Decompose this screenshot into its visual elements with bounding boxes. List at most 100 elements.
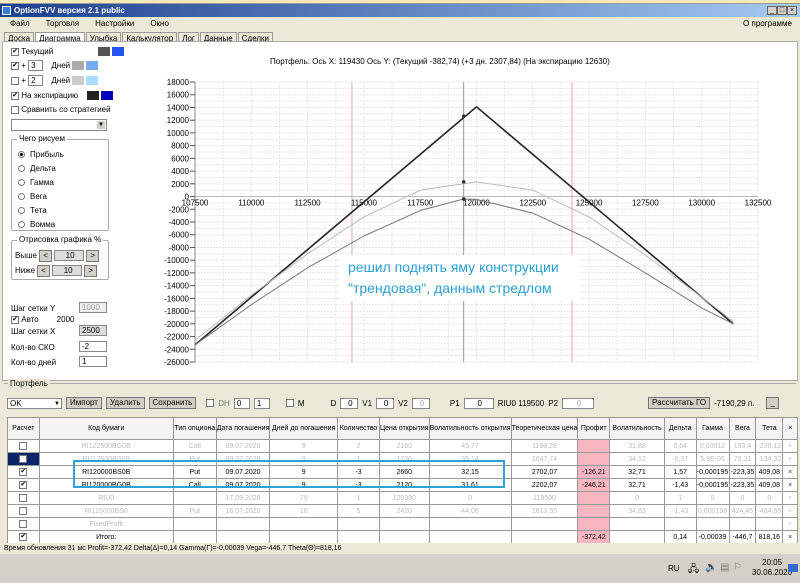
- draw-option-radio[interactable]: Тета: [18, 204, 64, 218]
- column-header[interactable]: Код бумаги: [38, 417, 174, 440]
- flag-icon[interactable]: ⚐: [733, 562, 742, 573]
- calc-checkbox[interactable]: ✔: [19, 468, 28, 476]
- remove-row-button[interactable]: ×: [782, 439, 798, 453]
- delete-button[interactable]: Удалить: [105, 397, 145, 409]
- calc-cell[interactable]: [7, 452, 40, 466]
- remove-row-button[interactable]: ×: [782, 517, 798, 531]
- network-icon[interactable]: 🖧: [688, 562, 699, 579]
- table-row[interactable]: ✔ Итого: -372,42 0,14 -0,00039 -446,7 818,16 ×: [7, 530, 798, 544]
- remove-row-button[interactable]: ×: [782, 478, 798, 492]
- save-button[interactable]: Сохранить: [148, 397, 197, 409]
- table-row[interactable]: RI115000BS0 Put 16.07.2020 16 5 2420 44,06 1613…: [7, 504, 798, 518]
- calc-checkbox[interactable]: [19, 455, 28, 463]
- clock[interactable]: 20:05 30.06.2020: [752, 558, 792, 578]
- plus1-color-swatch[interactable]: [72, 61, 85, 71]
- column-header[interactable]: Дней до погашения: [269, 417, 339, 440]
- calc-cell[interactable]: [7, 504, 40, 518]
- calc-cell[interactable]: [7, 491, 40, 505]
- close-button[interactable]: ×: [787, 6, 797, 15]
- calc-cell[interactable]: [7, 517, 40, 531]
- calc-cell[interactable]: ✔: [7, 478, 40, 492]
- calc-cell[interactable]: ✔: [7, 530, 40, 544]
- column-header[interactable]: Количество: [337, 417, 380, 440]
- column-header[interactable]: Профит: [577, 417, 611, 440]
- table-row[interactable]: RI122500BG0B Call 09.07.2020 9 2 2160 45,77 119…: [7, 439, 798, 453]
- table-row[interactable]: RIU0 17.09.2020 79 1 120380 0 119500 0 1 0 0 0 ×: [7, 491, 798, 505]
- import-button[interactable]: Импорт: [66, 397, 102, 409]
- expiry-color-swatch-2[interactable]: [101, 91, 114, 101]
- p2-input[interactable]: 0: [562, 397, 595, 409]
- current-color-swatch[interactable]: [98, 47, 111, 57]
- above-input[interactable]: 10: [54, 250, 85, 262]
- column-header[interactable]: Тета: [755, 417, 784, 440]
- maximize-button[interactable]: □: [777, 6, 787, 15]
- plus2-checkbox[interactable]: [11, 76, 19, 85]
- v1-input[interactable]: 0: [376, 397, 395, 409]
- volume-icon[interactable]: 🔈: [705, 562, 717, 573]
- plus2-days-input[interactable]: 2: [28, 75, 44, 87]
- calc-checkbox[interactable]: [19, 494, 28, 502]
- plus1-color-swatch-2[interactable]: [86, 61, 99, 71]
- menu-trade[interactable]: Торговля: [46, 19, 79, 28]
- days-count-input[interactable]: 1: [79, 356, 107, 367]
- p1-input[interactable]: 0: [463, 397, 494, 409]
- remove-row-button[interactable]: ×: [782, 465, 798, 479]
- column-header[interactable]: Дельта: [663, 417, 697, 440]
- draw-option-radio[interactable]: Вега: [18, 190, 64, 204]
- calc-cell[interactable]: ✔: [7, 465, 40, 479]
- calc-go-button[interactable]: Рассчитать ГО: [648, 397, 711, 409]
- d-input[interactable]: 0: [340, 397, 359, 409]
- column-header[interactable]: Гамма: [695, 417, 730, 440]
- current-color-swatch-2[interactable]: [112, 47, 125, 57]
- remove-row-button[interactable]: ×: [782, 530, 798, 544]
- menu-file[interactable]: Файл: [10, 19, 30, 28]
- below-input[interactable]: 10: [52, 265, 83, 277]
- plus1-days-input[interactable]: 3: [28, 60, 44, 72]
- current-checkbox[interactable]: ✔: [11, 47, 19, 56]
- plus2-color-swatch[interactable]: [72, 76, 85, 86]
- column-header[interactable]: ×: [782, 417, 798, 440]
- column-header[interactable]: Волатильность: [609, 417, 665, 440]
- power-icon[interactable]: ▤: [720, 562, 729, 573]
- dh-stepper-2[interactable]: 1: [253, 397, 270, 409]
- table-row[interactable]: FixedProfit ×: [7, 517, 798, 531]
- column-header[interactable]: Тип опциона: [172, 417, 217, 440]
- plus1-checkbox[interactable]: ✔: [11, 61, 19, 70]
- menu-about[interactable]: О программе: [743, 17, 792, 30]
- v2-input[interactable]: 0: [411, 397, 430, 409]
- calc-checkbox[interactable]: ✔: [19, 533, 28, 541]
- remove-row-button[interactable]: ×: [782, 491, 798, 505]
- sko-input[interactable]: -2: [79, 341, 107, 352]
- m-checkbox[interactable]: [285, 399, 294, 407]
- plus2-color-swatch-2[interactable]: [86, 76, 99, 86]
- expiry-color-swatch[interactable]: [87, 91, 100, 101]
- remove-row-button[interactable]: ×: [782, 504, 798, 518]
- show-desktop-icon[interactable]: [788, 564, 798, 572]
- expiry-checkbox[interactable]: ✔: [11, 91, 19, 100]
- draw-option-radio[interactable]: Гамма: [18, 176, 64, 190]
- column-header[interactable]: Цена открытия: [378, 417, 430, 440]
- draw-option-radio[interactable]: Вомма: [18, 218, 64, 232]
- compare-checkbox[interactable]: [11, 105, 19, 114]
- portfolio-select[interactable]: OK ▼: [7, 397, 62, 409]
- menu-settings[interactable]: Настройки: [95, 19, 134, 28]
- auto-checkbox[interactable]: ✔: [11, 315, 19, 324]
- draw-option-radio[interactable]: Дельта: [18, 162, 64, 176]
- column-header[interactable]: Волатильность открытия: [428, 417, 512, 440]
- column-header[interactable]: Теоретическая цена: [510, 417, 579, 440]
- collapse-button[interactable]: _: [766, 397, 779, 409]
- grid-x-input[interactable]: 2500: [79, 325, 107, 336]
- calc-checkbox[interactable]: [19, 520, 28, 528]
- calc-cell[interactable]: [7, 439, 40, 453]
- calc-checkbox[interactable]: [19, 507, 28, 515]
- below-increase-button[interactable]: >: [84, 265, 98, 277]
- above-increase-button[interactable]: >: [86, 250, 99, 262]
- strategy-dropdown[interactable]: ▼: [11, 119, 107, 131]
- grid-y-input[interactable]: 1000: [79, 302, 107, 313]
- calc-checkbox[interactable]: [19, 442, 28, 450]
- draw-option-radio[interactable]: Прибыль: [18, 148, 64, 162]
- remove-row-button[interactable]: ×: [782, 452, 798, 466]
- calc-checkbox[interactable]: ✔: [19, 481, 28, 489]
- language-indicator[interactable]: RU: [668, 564, 680, 573]
- column-header[interactable]: Расчет: [7, 417, 40, 440]
